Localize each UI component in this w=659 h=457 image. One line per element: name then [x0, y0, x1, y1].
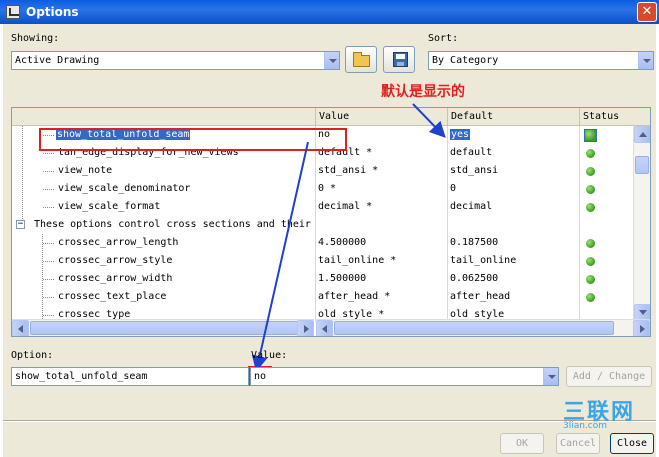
watermark-url: 3lian.com: [563, 421, 608, 431]
option-default: 0: [450, 183, 457, 194]
option-name: crossec_arrow_style: [58, 255, 173, 266]
horizontal-scroll-thumb[interactable]: [334, 321, 614, 335]
option-value[interactable]: 1.500000: [316, 270, 446, 288]
status-icon: [586, 257, 595, 266]
value-dropdown-value: no: [254, 371, 267, 382]
chevron-down-icon[interactable]: [324, 52, 339, 69]
option-default: 0.062500: [450, 273, 499, 284]
horizontal-scrollbar-left[interactable]: [12, 319, 314, 336]
add-change-button[interactable]: Add / Change: [566, 366, 652, 387]
table-row[interactable]: view_scale_format decimal * decimal: [12, 198, 634, 216]
vertical-scroll-thumb[interactable]: [635, 156, 649, 174]
save-config-button[interactable]: [383, 46, 415, 73]
cancel-button[interactable]: Cancel: [556, 433, 600, 454]
sort-value: By Category: [432, 55, 499, 66]
category-row[interactable]: − These options control cross sections a…: [12, 216, 634, 234]
option-name: crossec_arrow_width: [58, 273, 173, 284]
category-name: These options control cross sections and…: [34, 219, 311, 230]
status-icon: [586, 275, 595, 284]
option-default: yes: [450, 129, 471, 140]
status-icon: [586, 185, 595, 194]
chevron-down-icon[interactable]: [543, 368, 558, 385]
scroll-left-icon[interactable]: [12, 320, 29, 336]
save-icon: [393, 52, 408, 67]
status-icon: [586, 293, 595, 302]
table-row[interactable]: crossec_arrow_length 4.500000 0.187500: [12, 234, 634, 252]
sort-dropdown[interactable]: By Category: [428, 51, 654, 70]
option-value[interactable]: decimal *: [316, 198, 446, 216]
option-default: after_head: [450, 291, 511, 302]
table-row[interactable]: view_note std_ansi * std_ansi: [12, 162, 634, 180]
option-label: Option:: [11, 350, 54, 361]
status-icon: [586, 149, 595, 158]
showing-dropdown[interactable]: Active Drawing: [11, 51, 340, 70]
column-header-value[interactable]: Value: [316, 108, 448, 126]
option-default: std_ansi: [450, 165, 499, 176]
option-value[interactable]: 4.500000: [316, 234, 446, 252]
option-name: view_note: [58, 165, 113, 176]
separator: [3, 420, 656, 422]
status-icon: [586, 239, 595, 248]
status-icon: [586, 167, 595, 176]
table-row[interactable]: crossec_arrow_width 1.500000 0.062500: [12, 270, 634, 288]
chevron-down-icon[interactable]: [638, 52, 653, 69]
option-value[interactable]: after_head *: [316, 288, 446, 306]
annotation-text: 默认是显示的: [381, 84, 465, 100]
close-window-button[interactable]: ✕: [637, 2, 657, 22]
horizontal-scrollbar-right[interactable]: [316, 319, 650, 336]
scroll-right-icon[interactable]: [297, 320, 314, 336]
option-default: default: [450, 147, 493, 158]
option-name: crossec_arrow_length: [58, 237, 179, 248]
scroll-left-icon[interactable]: [316, 320, 333, 336]
showing-value: Active Drawing: [15, 55, 100, 66]
option-name: crossec_text_place: [58, 291, 167, 302]
window-title: Options: [26, 5, 79, 19]
status-icon: [586, 203, 595, 212]
highlight-selected-row: [39, 128, 347, 151]
vertical-scrollbar[interactable]: [633, 126, 650, 321]
title-bar: Options ✕: [0, 0, 659, 24]
open-config-button[interactable]: [345, 46, 377, 73]
ok-button[interactable]: OK: [500, 433, 544, 454]
table-row[interactable]: crossec_arrow_style tail_online * tail_o…: [12, 252, 634, 270]
option-value[interactable]: 0 *: [316, 180, 446, 198]
status-icon: [585, 130, 596, 141]
app-icon: [6, 5, 20, 19]
value-label: Value:: [251, 350, 288, 361]
table-row[interactable]: crossec_text_place after_head * after_he…: [12, 288, 634, 306]
option-value[interactable]: std_ansi *: [316, 162, 446, 180]
option-value[interactable]: tail_online *: [316, 252, 446, 270]
option-default: tail_online: [450, 255, 517, 266]
column-header-status[interactable]: Status: [580, 108, 650, 126]
column-header-default[interactable]: Default: [448, 108, 580, 126]
horizontal-scroll-thumb[interactable]: [30, 321, 300, 335]
scroll-right-icon[interactable]: [633, 320, 650, 336]
close-button[interactable]: Close: [610, 433, 654, 454]
value-dropdown[interactable]: no: [250, 367, 559, 386]
table-row[interactable]: view_scale_denominator 0 * 0: [12, 180, 634, 198]
showing-label: Showing:: [11, 33, 60, 44]
option-default: 0.187500: [450, 237, 499, 248]
option-name: view_scale_denominator: [58, 183, 191, 194]
options-dialog: Showing: Active Drawing Sort: By Categor…: [3, 24, 656, 457]
option-name: view_scale_format: [58, 201, 161, 212]
scroll-up-icon[interactable]: [634, 126, 650, 143]
option-default: decimal: [450, 201, 493, 212]
option-input[interactable]: show_total_unfold_seam: [11, 367, 249, 386]
sort-label: Sort:: [428, 33, 459, 44]
column-header-name[interactable]: [12, 108, 316, 126]
folder-open-icon: [353, 52, 370, 67]
